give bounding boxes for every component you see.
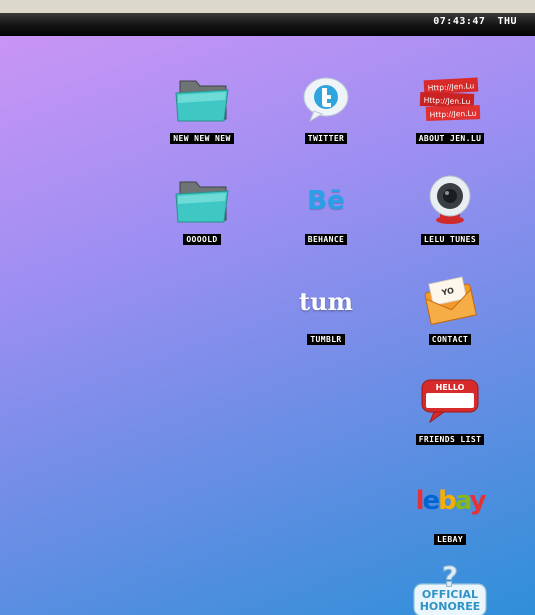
desktop-icon-lelu-tunes[interactable]: LELU TUNES: [405, 173, 495, 263]
twitter-bird-icon: [294, 72, 358, 128]
icon-label: LELU TUNES: [420, 234, 480, 245]
folder-icon: [170, 72, 234, 128]
clock-time: 07:43:47: [433, 16, 486, 27]
behance-logo-icon: Bē: [294, 173, 358, 229]
lebay-logo-text: lebay: [415, 486, 487, 516]
desktop-icon-lebay[interactable]: lebay LEBAY: [405, 473, 495, 563]
desktop-icon-contact[interactable]: YO CONTACT: [405, 273, 495, 363]
svg-text:HONOREE: HONOREE: [420, 600, 481, 613]
menubar-clock: 07:43:47 THU: [433, 16, 517, 27]
behance-logo-text: Bē: [307, 186, 345, 216]
folder-icon: [170, 173, 234, 229]
desktop-icon-official-honoree[interactable]: ? OFFICIAL HONOREE: [405, 558, 495, 615]
envelope-icon: YO: [418, 273, 482, 329]
icon-label: BEHANCE: [304, 234, 348, 245]
clock-day: THU: [497, 16, 517, 27]
desktop: NEW NEW NEW TWITTER Http://Jen.Lu Http:/…: [0, 36, 535, 615]
desktop-icon-oooold[interactable]: OOOOLD: [157, 173, 247, 263]
desktop-icon-about-jen-lu[interactable]: Http://Jen.Lu Http://Jen.Lu Http://Jen.L…: [405, 72, 495, 162]
desktop-icon-behance[interactable]: Bē BEHANCE: [281, 173, 371, 263]
icon-label: NEW NEW NEW: [170, 133, 234, 144]
speaker-icon: [418, 173, 482, 229]
icon-label: LEBAY: [433, 534, 467, 545]
tumblr-logo-icon: tum: [294, 273, 358, 329]
lebay-logo-icon: lebay: [415, 473, 487, 529]
svg-text:HELLO: HELLO: [436, 383, 465, 392]
icon-label: FRIENDS LIST: [415, 434, 485, 445]
desktop-icon-new-new-new[interactable]: NEW NEW NEW: [157, 72, 247, 162]
name-stickers-icon: Http://Jen.Lu Http://Jen.Lu Http://Jen.L…: [418, 72, 482, 128]
icon-label: TUMBLR: [307, 334, 345, 345]
tumblr-logo-text: tum: [299, 286, 353, 316]
icon-label: CONTACT: [428, 334, 472, 345]
desktop-icon-tumblr[interactable]: tum TUMBLR: [281, 273, 371, 363]
svg-text:Http://Jen.Lu: Http://Jen.Lu: [424, 96, 471, 107]
icon-label: ABOUT JEN.LU: [415, 133, 485, 144]
hello-speech-bubble-icon: HELLO: [418, 373, 482, 429]
icon-label: OOOOLD: [183, 234, 221, 245]
window-top-strip: [0, 0, 535, 13]
desktop-icon-twitter[interactable]: TWITTER: [281, 72, 371, 162]
official-honoree-badge-icon: ? OFFICIAL HONOREE: [410, 558, 490, 615]
svg-text:Http://Jen.Lu: Http://Jen.Lu: [430, 109, 477, 120]
icon-label: TWITTER: [304, 133, 348, 144]
desktop-icon-friends-list[interactable]: HELLO FRIENDS LIST: [405, 373, 495, 463]
